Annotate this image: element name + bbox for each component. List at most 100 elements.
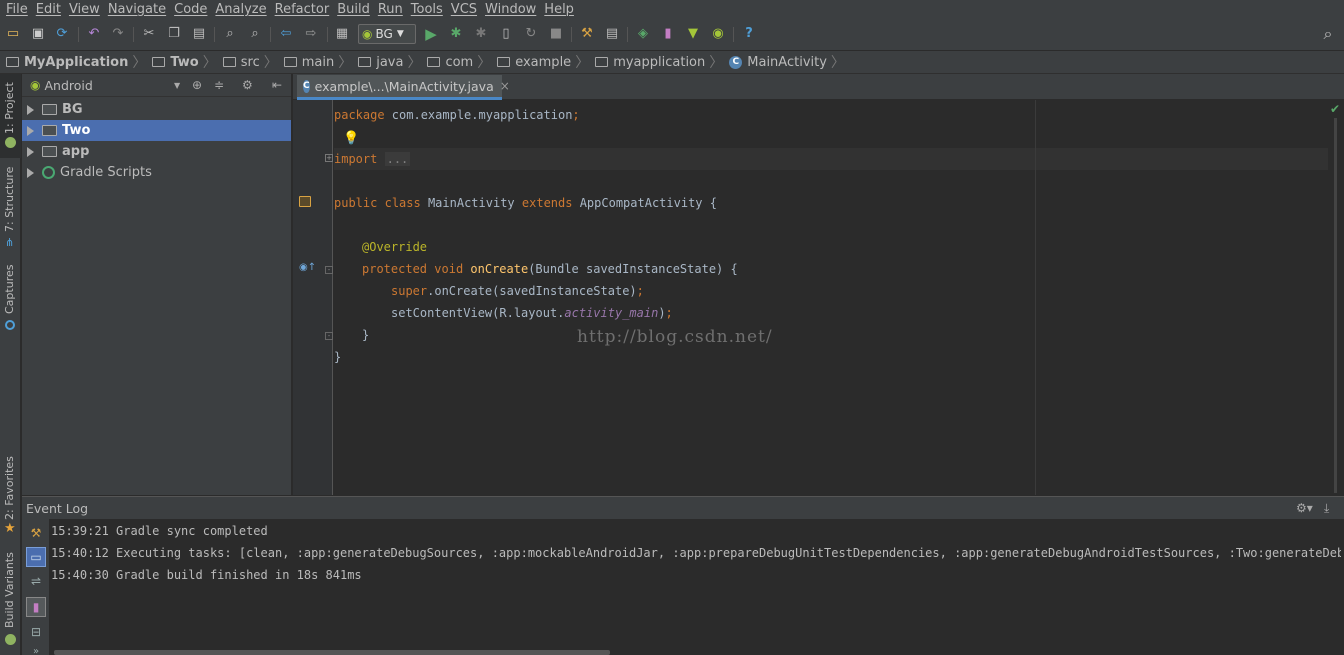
fold-collapse-icon[interactable]: - bbox=[325, 332, 333, 340]
make-project-icon[interactable]: ▦ bbox=[334, 26, 350, 42]
avd-manager-icon[interactable]: ◈ bbox=[635, 26, 651, 42]
tool-tab-structure[interactable]: 7: Structure bbox=[3, 167, 16, 232]
help-icon[interactable]: ? bbox=[741, 26, 757, 42]
menu-run[interactable]: Run bbox=[376, 2, 409, 17]
back-icon[interactable]: ⇦ bbox=[278, 26, 294, 42]
hide-panel-icon[interactable]: ⤓ bbox=[1324, 501, 1329, 516]
tool-tab-favorites[interactable]: 2: Favorites bbox=[3, 456, 16, 520]
android-icon[interactable]: ◉ bbox=[710, 26, 726, 42]
collapse-all-icon[interactable]: ≑ bbox=[214, 78, 224, 92]
menu-build[interactable]: Build bbox=[335, 2, 376, 17]
paste-icon[interactable]: ▤ bbox=[191, 26, 207, 42]
expand-arrow-icon[interactable] bbox=[27, 104, 34, 115]
stop-icon[interactable]: ■ bbox=[548, 26, 564, 42]
breadcrumb-src[interactable]: src 〉 bbox=[222, 52, 284, 72]
implemented-marker-icon[interactable] bbox=[299, 196, 311, 207]
find-icon[interactable]: ⌕ bbox=[222, 26, 238, 42]
redo-icon[interactable]: ↷ bbox=[110, 26, 126, 42]
replace-icon[interactable]: ⌕ bbox=[247, 26, 263, 42]
save-all-icon[interactable]: ▣ bbox=[30, 26, 46, 42]
fold-expand-icon[interactable]: + bbox=[325, 154, 333, 162]
gear-icon[interactable]: ⚙▾ bbox=[1296, 501, 1313, 515]
attach-debugger-icon[interactable]: ✱ bbox=[473, 26, 489, 42]
tree-item-bg[interactable]: BG bbox=[22, 99, 291, 120]
breadcrumb-main[interactable]: main 〉 bbox=[283, 52, 358, 72]
run-config-select[interactable]: ◉ BG ▼ bbox=[358, 24, 416, 44]
breadcrumb-java[interactable]: java 〉 bbox=[358, 52, 427, 72]
run-icon[interactable]: ▶ bbox=[423, 26, 439, 42]
expand-arrow-icon[interactable] bbox=[27, 125, 34, 136]
tool-tab-build-variants[interactable]: Build Variants bbox=[3, 552, 16, 628]
menu-code[interactable]: Code bbox=[172, 2, 213, 17]
breadcrumb-project[interactable]: MyApplication 〉 bbox=[6, 52, 152, 72]
menu-tools[interactable]: Tools bbox=[409, 2, 449, 17]
menu-edit[interactable]: Edit bbox=[34, 2, 67, 17]
event-log-title: Event Log bbox=[26, 500, 89, 516]
tree-item-two[interactable]: Two bbox=[22, 120, 291, 141]
debug-icon[interactable]: ✱ bbox=[448, 26, 464, 42]
menu-window[interactable]: Window bbox=[483, 2, 542, 17]
code-line-12: } bbox=[334, 350, 342, 364]
gear-icon[interactable]: ⚙ bbox=[242, 78, 253, 92]
menu-view[interactable]: View bbox=[67, 2, 106, 17]
editor-tab-mainactivity[interactable]: C example\...\MainActivity.java × bbox=[297, 75, 510, 100]
folded-imports[interactable]: ... bbox=[384, 152, 411, 166]
code-line-3: import ... bbox=[334, 148, 411, 170]
breadcrumb-mainactivity[interactable]: C MainActivity 〉 bbox=[729, 52, 851, 72]
chevron-down-icon[interactable]: ▼ bbox=[174, 81, 180, 90]
sdk-manager-icon[interactable]: ▮ bbox=[660, 26, 676, 42]
rerun-icon[interactable]: ↻ bbox=[523, 26, 539, 42]
android-icon bbox=[5, 137, 16, 148]
folder-icon bbox=[595, 57, 609, 67]
apply-changes-icon[interactable]: ▯ bbox=[498, 26, 514, 42]
expand-arrow-icon[interactable] bbox=[27, 167, 34, 178]
tool-tab-project[interactable]: 1: Project bbox=[3, 82, 16, 134]
editor-gutter: ◉↑ + - - bbox=[293, 100, 333, 495]
menu-help[interactable]: Help bbox=[542, 2, 580, 17]
breadcrumb-myapplication[interactable]: myapplication 〉 bbox=[595, 52, 729, 72]
override-marker-icon[interactable]: ◉↑ bbox=[299, 262, 316, 273]
fold-collapse-icon[interactable]: - bbox=[325, 266, 333, 274]
code-token: super bbox=[391, 284, 428, 298]
scrollbar-track[interactable] bbox=[1334, 118, 1337, 493]
breadcrumb-com[interactable]: com 〉 bbox=[427, 52, 497, 72]
breadcrumb-example[interactable]: example 〉 bbox=[497, 52, 595, 72]
menu-vcs[interactable]: VCS bbox=[449, 2, 483, 17]
open-folder-icon[interactable]: ▭ bbox=[5, 26, 21, 42]
expand-arrow-icon[interactable] bbox=[27, 146, 34, 157]
settings-tools-icon[interactable]: ⚒ bbox=[26, 523, 46, 543]
project-view-select[interactable]: Android bbox=[44, 78, 92, 93]
lightbulb-icon[interactable]: 💡 bbox=[343, 131, 359, 146]
hide-panel-icon[interactable]: ⇤ bbox=[272, 78, 282, 92]
folder-icon bbox=[6, 57, 19, 67]
breadcrumb-label: com bbox=[445, 54, 474, 70]
check-icon: ✔ bbox=[1330, 102, 1341, 116]
soft-wrap-icon[interactable]: ⇌ bbox=[26, 571, 46, 591]
cut-icon[interactable]: ✂ bbox=[141, 26, 157, 42]
breadcrumb-module[interactable]: Two 〉 bbox=[152, 52, 222, 72]
event-log-horizontal-scrollbar[interactable] bbox=[54, 650, 610, 655]
search-icon[interactable]: ⌕ bbox=[1320, 26, 1336, 42]
tree-item-gradle-scripts[interactable]: Gradle Scripts bbox=[22, 162, 291, 183]
clear-all-icon[interactable]: ⊟ bbox=[26, 622, 46, 642]
android-device-monitor-icon[interactable]: ▼ bbox=[685, 26, 701, 42]
project-structure-icon[interactable]: ⚒ bbox=[579, 26, 595, 42]
mark-read-icon[interactable]: ▮ bbox=[26, 597, 46, 617]
balloon-icon[interactable]: ▭ bbox=[26, 547, 46, 567]
tree-item-app[interactable]: app bbox=[22, 141, 291, 162]
editor-scrollbar[interactable]: ✔ bbox=[1328, 100, 1344, 495]
menu-bar: File Edit View Navigate Code Analyze Ref… bbox=[0, 0, 1344, 18]
forward-icon[interactable]: ⇨ bbox=[303, 26, 319, 42]
more-icon[interactable]: » bbox=[26, 641, 46, 655]
menu-analyze[interactable]: Analyze bbox=[213, 2, 272, 17]
menu-navigate[interactable]: Navigate bbox=[106, 2, 172, 17]
sync-gradle-icon[interactable]: ▤ bbox=[604, 26, 620, 42]
menu-refactor[interactable]: Refactor bbox=[273, 2, 336, 17]
undo-icon[interactable]: ↶ bbox=[86, 26, 102, 42]
scroll-from-source-icon[interactable]: ⊕ bbox=[192, 78, 202, 92]
tool-tab-captures[interactable]: Captures bbox=[3, 265, 16, 314]
close-icon[interactable]: × bbox=[500, 79, 510, 93]
sync-icon[interactable]: ⟳ bbox=[54, 26, 70, 42]
copy-icon[interactable]: ❐ bbox=[166, 26, 182, 42]
menu-file[interactable]: File bbox=[4, 2, 34, 17]
